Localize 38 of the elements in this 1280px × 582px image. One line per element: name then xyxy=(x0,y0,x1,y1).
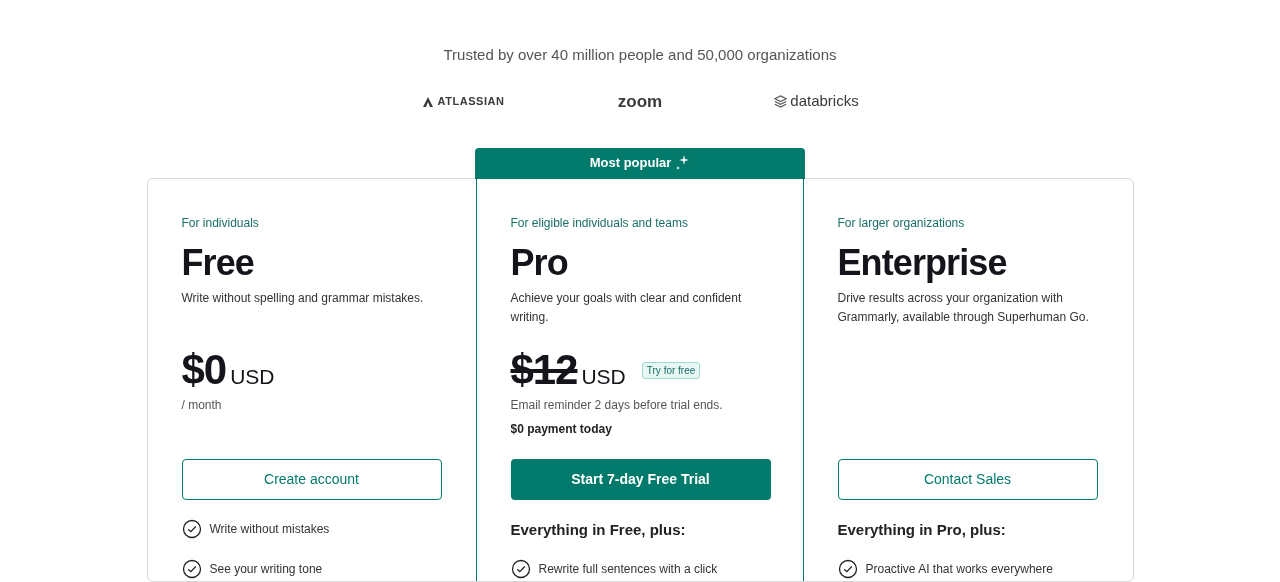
payment-note: $0 payment today xyxy=(510,421,613,438)
banner-text: Most popular xyxy=(589,154,672,173)
trial-note: Email reminder 2 days before trial ends. xyxy=(510,397,724,414)
feature-text: Rewrite full sentences with a click xyxy=(538,561,718,578)
plan-button[interactable]: Contact Sales xyxy=(837,458,1098,500)
plan-button[interactable]: Start 7-day Free Trial xyxy=(510,458,771,500)
plan-audience: For eligible individuals and teams xyxy=(510,214,689,231)
price-period: / month xyxy=(181,397,223,414)
feature-text: Proactive AI that works everywhere xyxy=(865,561,1053,578)
price: $12 xyxy=(510,348,578,391)
tagline: Trusted by over 40 million people and 50,000 organizations xyxy=(443,45,837,65)
currency: USD xyxy=(581,363,626,390)
plan-name: Free xyxy=(181,244,255,281)
check-circle-icon xyxy=(181,518,202,539)
plan-button[interactable]: Create account xyxy=(181,458,442,500)
plan-description: Write without spelling and grammar mistakes. xyxy=(181,289,425,307)
sparkle-icon xyxy=(675,155,690,171)
check-circle-icon xyxy=(510,559,531,579)
feature-text: Write without mistakes xyxy=(209,520,330,538)
triangle-logo-icon xyxy=(423,96,434,107)
plan-description: Achieve your goals with clear and confident writing. xyxy=(510,289,743,326)
check-circle-icon xyxy=(837,559,858,579)
plan-audience: For individuals xyxy=(181,214,260,231)
logo-text: zoom xyxy=(617,93,663,110)
plan-name: Enterprise xyxy=(837,244,1008,281)
features-heading: Everything in Free, plus: xyxy=(510,519,687,540)
plan-description: Drive results across your organization with Grammarly, available through Superhuman Go. xyxy=(837,289,1090,326)
check-circle-icon xyxy=(181,558,202,579)
feature-text: See your writing tone xyxy=(209,560,323,578)
logo-text: ATLASSIAN xyxy=(437,94,505,110)
logo-text: databricks xyxy=(790,91,859,112)
layers-icon xyxy=(773,94,789,109)
trial-badge: Try for free xyxy=(641,361,701,379)
currency: USD xyxy=(230,363,275,390)
features-heading: Everything in Pro, plus: xyxy=(837,519,1007,540)
price: $0 xyxy=(181,348,227,391)
plan-audience: For larger organizations xyxy=(837,214,966,231)
plan-name: Pro xyxy=(510,244,569,281)
